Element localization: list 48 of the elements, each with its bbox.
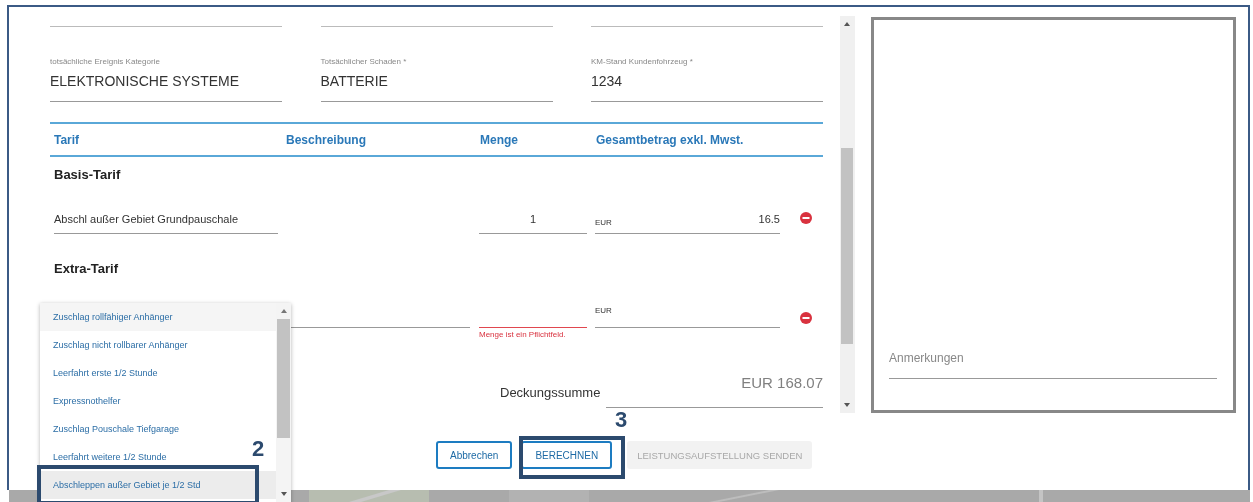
description-field[interactable]: Abschl außer Gebiet Grundpauschale	[54, 194, 278, 234]
remove-icon[interactable]	[800, 312, 812, 324]
currency-label: EUR	[595, 218, 612, 227]
button[interactable]: Abbrechen	[436, 441, 513, 469]
group-title: Extra-Tarif	[53, 260, 119, 278]
field-value: 1	[529, 213, 537, 225]
field-label: Totsächlicher Schaden *	[320, 57, 407, 67]
dropdown-item[interactable]: Zuschlag rollfähiger Anhänger	[40, 303, 276, 331]
column-header: Beschreibung	[286, 132, 366, 147]
scroll-down-icon[interactable]	[281, 492, 287, 496]
notes-label: Anmerkungen	[889, 351, 964, 365]
notes-field[interactable]: Anmerkungen	[889, 338, 1217, 379]
scroll-up-icon[interactable]	[844, 22, 850, 26]
scrollbar[interactable]	[276, 303, 291, 502]
field-value: 1234	[591, 72, 623, 91]
currency-label: EUR	[595, 306, 612, 315]
dropdown-item[interactable]: Zuschlag nicht rollbarer Anhänger	[40, 331, 194, 359]
field-value: 16.5	[758, 213, 780, 225]
dropdown-item[interactable]: Zuschlag Pouschale Tiefgarage	[40, 415, 186, 443]
quantity-field[interactable]: 1	[479, 194, 587, 234]
group-title: Basis-Tarif	[53, 166, 121, 184]
scrollbar[interactable]	[840, 16, 855, 413]
total-label: Deckungssumme	[500, 385, 601, 400]
column-header: Gesamtbetrag exkl. Mwst.	[596, 132, 744, 147]
step-number: 2	[252, 437, 265, 461]
field-value: Abschl außer Gebiet Grundpauschale	[54, 213, 239, 225]
scroll-up-icon[interactable]	[281, 309, 287, 313]
field-value: ELEKTRONISCHE SYSTEME	[50, 72, 240, 91]
total-value: EUR 168.07	[741, 374, 823, 391]
remove-icon[interactable]	[800, 212, 812, 224]
text-field[interactable]: KM-Stand Kundenfohrzeug * 1234	[591, 27, 823, 102]
column-header: Tarif	[54, 132, 80, 147]
dropdown-item[interactable]: Leerfahrt weitere 1/2 Stunde	[40, 443, 173, 471]
amount-field[interactable]: EUR	[595, 288, 780, 328]
dropdown-item[interactable]: Leerfahrt erste 1/2 Stunde	[40, 359, 164, 387]
amount-field[interactable]: EUR 16.5	[595, 194, 780, 234]
scroll-down-icon[interactable]	[844, 403, 850, 407]
text-field[interactable]: totsächliche Ereignis Kategorie ELEKTRONISCHE SYSTEME	[50, 27, 282, 102]
dropdown-item[interactable]: Expressnothelfer	[40, 387, 127, 415]
column-header: Menge	[480, 132, 518, 147]
dropdown-item[interactable]: Abschleppen außer Gebiet je 1/2 Std	[40, 471, 276, 499]
field-value: BATTERIE	[320, 72, 388, 91]
field-label: totsächliche Ereignis Kategorie	[50, 57, 160, 67]
text-field[interactable]: Totsächlicher Schaden * BATTERIE	[320, 27, 553, 102]
error-message: Menge ist ein Pflichtfeld.	[479, 330, 566, 339]
step-number: 3	[615, 408, 628, 432]
field-label: KM-Stand Kundenfohrzeug *	[591, 57, 693, 67]
button[interactable]: BERECHNEN	[521, 441, 613, 469]
